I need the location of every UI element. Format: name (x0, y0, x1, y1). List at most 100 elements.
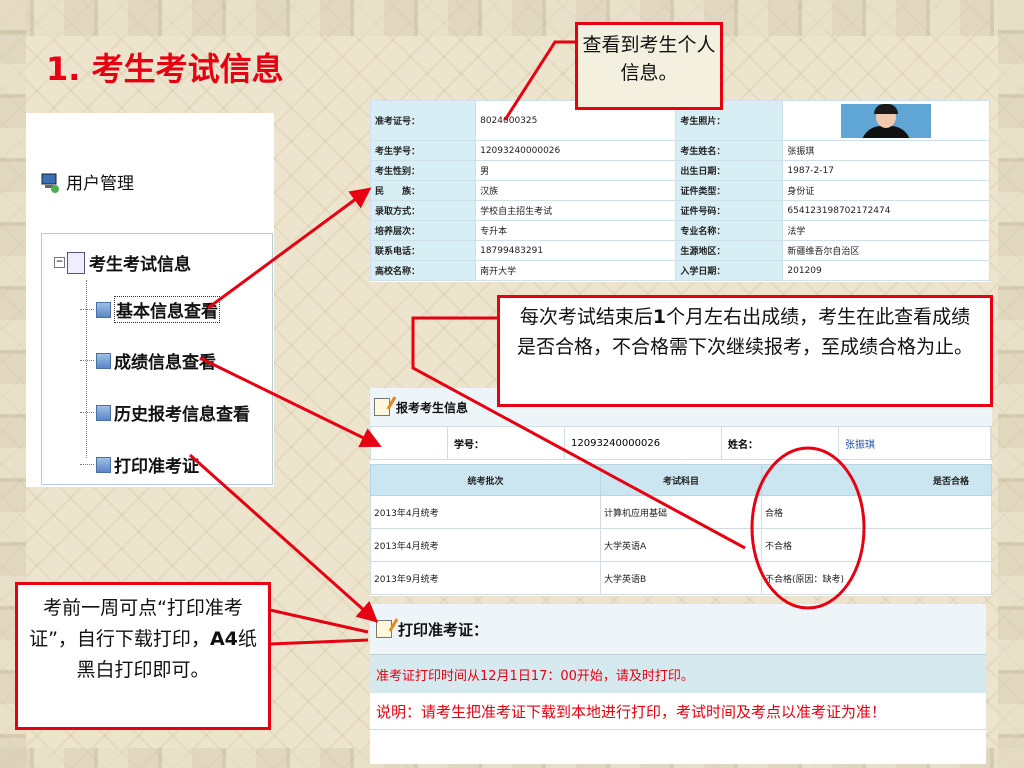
table-row: 2013年4月统考 大学英语A 不合格 (370, 528, 992, 562)
field-label: 高校名称： (370, 260, 477, 281)
field-label: 证件号码： (675, 200, 784, 221)
student-photo (841, 103, 932, 138)
tree-connector (80, 412, 94, 413)
batch-cell: 2013年9月统考 (370, 561, 601, 595)
column-header: 统考批次 (370, 464, 601, 496)
field-label: 入学日期： (675, 260, 784, 281)
subject-cell: 大学英语A (600, 528, 762, 562)
tree-user-management[interactable]: 用户管理 (40, 169, 134, 194)
table-row: 培养层次： 专升本 专业名称： 法学 (370, 220, 990, 241)
field-value: 18799483291 (475, 240, 677, 261)
column-header: 是否合格 (761, 464, 992, 496)
border-pattern-top (0, 0, 1024, 36)
tree-connector (80, 309, 94, 310)
table-row: 考生性别：男出生日期： 1987-2-17 (370, 160, 990, 181)
callout-scores: 每次考试结束后1个月左右出成绩，考生在此查看成绩是否合格，不合格需下次继续报考，… (497, 295, 993, 407)
tree-connector (80, 360, 94, 361)
document-icon (96, 404, 111, 421)
tree-connector (80, 464, 94, 465)
result-cell: 不合格(原因：缺考) (761, 561, 992, 595)
id-label: 学号： (448, 427, 565, 459)
student-info-table: 准考证号： 8024000325 考生照片： 考生学号： 120932400000… (370, 100, 990, 281)
result-cell: 合格 (761, 495, 992, 529)
field-value: 新疆维吾尔自治区 (782, 240, 990, 261)
table-row: 考生学号： 12093240000026 考生姓名： 张振琪 (370, 140, 990, 161)
field-label: 生源地区： (675, 240, 784, 261)
field-label: 考生学号： (370, 140, 477, 161)
subject-cell: 大学英语B (600, 561, 762, 595)
field-label: 联系电话： (370, 240, 477, 261)
field-value: 专升本 (475, 220, 677, 241)
document-icon (96, 301, 111, 318)
tree-item-label: 打印准考证 (114, 457, 199, 477)
field-label: 证件类型： (675, 180, 784, 201)
field-value: 法学 (782, 220, 990, 241)
field-label: 专业名称： (675, 220, 784, 241)
field-value: 654123198702172474 (782, 200, 990, 221)
tree-item-label: 基本信息查看 (114, 296, 220, 323)
column-header: 考试科目 (600, 464, 762, 496)
field-label: 培养层次： (370, 220, 477, 241)
tree-item-basic-info[interactable]: 基本信息查看 (80, 296, 220, 323)
user-computer-icon (40, 170, 60, 194)
field-label: 考生姓名： (675, 140, 784, 161)
table-row: 2013年4月统考 计算机应用基础 合格 (370, 495, 992, 529)
result-cell: 不合格 (761, 528, 992, 562)
field-label: 民 族： (370, 180, 477, 201)
field-value: 男 (475, 160, 677, 181)
table-row: 民 族： 汉族 证件类型： 身份证 (370, 180, 990, 201)
tree-user-management-label: 用户管理 (66, 174, 134, 194)
print-header-label: 打印准考证： (398, 620, 489, 639)
print-header: 打印准考证： (370, 604, 986, 654)
tree-box: − 考生考试信息 基本信息查看 成绩信息查看 历史报考信息查看 打印准考证 (41, 233, 273, 485)
nav-tree-panel: 用户管理 − 考生考试信息 基本信息查看 成绩信息查看 历史报考信息查看 打印准… (26, 113, 274, 487)
table-row: 2013年9月统考 大学英语B 不合格(原因：缺考) (370, 561, 992, 595)
table-row: 高校名称： 南开大学 入学日期： 201209 (370, 260, 990, 281)
collapse-icon[interactable]: − (54, 257, 65, 268)
field-value: 汉族 (475, 180, 677, 201)
spacer-cell (371, 427, 448, 459)
id-value: 12093240000026 (565, 427, 722, 459)
table-header-row: 统考批次 考试科目 是否合格 (370, 464, 992, 496)
callout-bold-text: 1 (652, 306, 667, 328)
tree-item-history[interactable]: 历史报考信息查看 (80, 400, 250, 425)
photo-cell (782, 100, 990, 141)
folder-icon (67, 251, 85, 274)
scores-panel: 报考考生信息 学号： 12093240000026 姓名： 张振琪 统考批次 考… (370, 388, 992, 596)
edit-icon (376, 620, 392, 638)
tree-root-exam-info[interactable]: − 考生考试信息 (54, 250, 191, 275)
table-row: 联系电话： 18799483291 生源地区： 新疆维吾尔自治区 (370, 240, 990, 261)
field-value: 张振琪 (782, 140, 990, 161)
print-note: 说明：请考生把准考证下载到本地进行打印，考试时间及考点以准考证为准！ (370, 693, 986, 730)
tree-item-scores[interactable]: 成绩信息查看 (80, 348, 216, 373)
field-label: 出生日期： (675, 160, 784, 181)
subject-cell: 计算机应用基础 (600, 495, 762, 529)
batch-cell: 2013年4月统考 (370, 528, 601, 562)
tree-item-print-ticket[interactable]: 打印准考证 (80, 452, 199, 477)
field-value: 南开大学 (475, 260, 677, 281)
document-icon (96, 456, 111, 473)
callout-bold-text: A4 (209, 628, 238, 650)
slide-title: 1. 考生考试信息 (46, 50, 284, 88)
edit-icon (374, 398, 390, 416)
student-id-row: 学号： 12093240000026 姓名： 张振琪 (370, 426, 992, 460)
border-pattern-right (998, 0, 1024, 768)
batch-cell: 2013年4月统考 (370, 495, 601, 529)
print-notice: 准考证打印时间从12月1日17：00开始，请及时打印。 (370, 654, 986, 693)
tree-item-label: 历史报考信息查看 (114, 405, 250, 425)
student-info-panel: 准考证号： 8024000325 考生照片： 考生学号： 120932400000… (370, 100, 990, 282)
field-value: 身份证 (782, 180, 990, 201)
field-label: 考生性别： (370, 160, 477, 181)
document-icon (96, 352, 111, 369)
tree-item-label: 成绩信息查看 (114, 353, 216, 373)
scores-table: 统考批次 考试科目 是否合格 2013年4月统考 计算机应用基础 合格 2013… (370, 464, 992, 595)
scores-header-label: 报考考生信息 (396, 400, 469, 415)
field-label: 准考证号： (370, 100, 477, 141)
callout-print: 考前一周可点“打印准考证”，自行下载打印，A4纸黑白打印即可。 (15, 582, 271, 730)
field-value: 1987-2-17 (782, 160, 990, 181)
name-value: 张振琪 (839, 427, 991, 459)
field-value: 学校自主招生考试 (475, 200, 677, 221)
callout-personal-info: 查看到考生个人信息。 (575, 22, 723, 110)
table-row: 录取方式： 学校自主招生考试 证件号码： 654123198702172474 (370, 200, 990, 221)
field-value: 201209 (782, 260, 990, 281)
